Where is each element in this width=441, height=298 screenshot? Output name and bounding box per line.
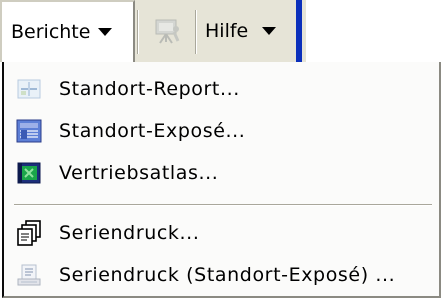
menu-item-label: Standort-Exposé... <box>59 120 246 142</box>
atlas-book-icon <box>15 159 43 187</box>
menu-item-label: Vertriebsatlas... <box>59 162 219 184</box>
toolbar-drag-handle[interactable] <box>296 0 302 62</box>
expose-image-icon <box>15 117 43 145</box>
menu-item-label: Seriendruck... <box>59 222 200 244</box>
toolbar-separator <box>195 10 197 54</box>
berichte-menu-label: Berichte <box>11 21 91 43</box>
menu-item-label: Seriendruck (Standort-Exposé) ... <box>59 264 396 286</box>
hilfe-menu-label: Hilfe <box>205 20 249 42</box>
menu-item-standort-report[interactable]: Standort-Report... <box>12 68 432 110</box>
menu-separator <box>14 204 432 206</box>
hilfe-menu-button[interactable]: Hilfe <box>198 0 294 62</box>
menu-toolbar: Berichte Hilfe <box>0 0 306 62</box>
dropdown-arrow-icon <box>98 28 113 36</box>
serial-print-pages-icon <box>15 219 43 247</box>
toolbar-separator <box>137 10 139 54</box>
menu-item-seriendruck[interactable]: Seriendruck... <box>12 212 432 254</box>
menu-item-standort-expose[interactable]: Standort-Exposé... <box>12 110 432 152</box>
berichte-dropdown-menu: Standort-Report... Standort-Exposé... Ve… <box>2 62 441 298</box>
menu-item-vertriebsatlas[interactable]: Vertriebsatlas... <box>12 152 432 194</box>
presentation-button[interactable] <box>142 0 192 62</box>
menu-item-seriendruck-standort-expose[interactable]: Seriendruck (Standort-Exposé) ... <box>12 254 432 296</box>
berichte-menu-button[interactable]: Berichte <box>0 0 135 62</box>
menu-item-label: Standort-Report... <box>59 78 240 100</box>
presentation-icon <box>155 19 180 44</box>
report-document-icon <box>15 75 43 103</box>
serial-print-document-icon <box>15 261 43 289</box>
dropdown-arrow-icon <box>262 27 277 35</box>
